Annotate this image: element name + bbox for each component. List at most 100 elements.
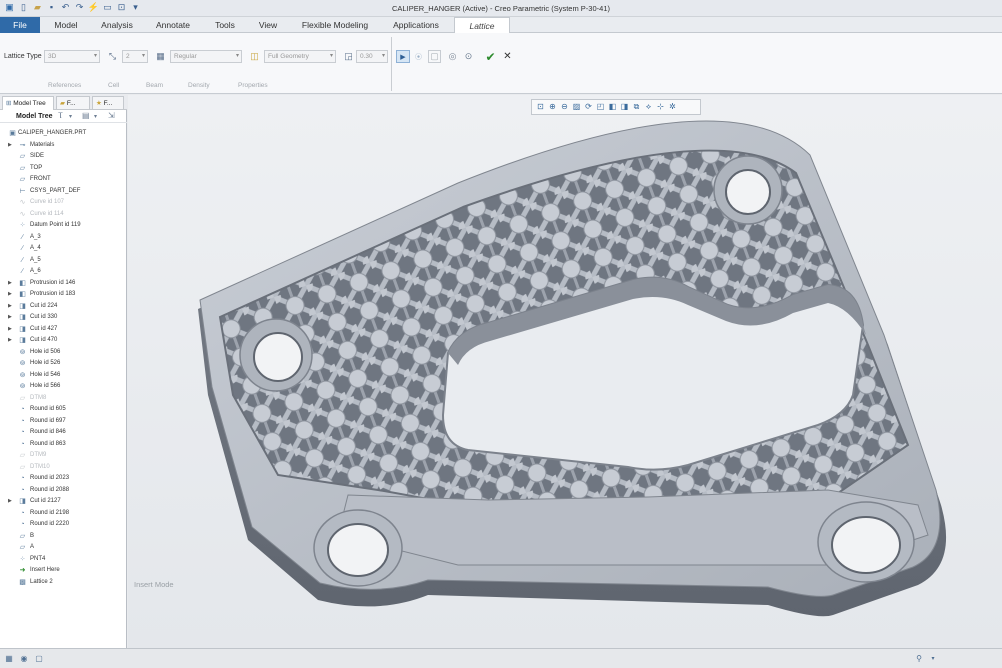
tree-item[interactable]: ▱ A bbox=[0, 542, 127, 553]
navigator-toggle-icon[interactable]: ▦ bbox=[4, 654, 14, 664]
tree-item[interactable]: ▩ Lattice 2 bbox=[0, 577, 127, 588]
tree-item-label: A_4 bbox=[30, 245, 41, 251]
tab-cell[interactable]: Cell bbox=[108, 82, 119, 89]
tree-item[interactable]: ⊚ Hole id 566 bbox=[0, 381, 127, 392]
cut-icon: ◨ bbox=[19, 314, 26, 321]
tree-item[interactable]: ◔ Round id 605 bbox=[0, 404, 127, 415]
cell-count-select[interactable]: 2 ▾ bbox=[122, 50, 148, 63]
tree-item[interactable]: ⊢ CSYS_PART_DEF bbox=[0, 186, 127, 197]
expand-arrow-icon[interactable]: ▶ bbox=[8, 335, 12, 346]
tab-analysis[interactable]: Analysis bbox=[92, 17, 142, 33]
title-bar: ▣ ▯ ▰ ▪ ↶ ↷ ⚡ ▭ ⊡ ▾ CALIPER_HANGER (Acti… bbox=[0, 0, 1002, 17]
tree-item[interactable]: ◔ Round id 2088 bbox=[0, 485, 127, 496]
verify-icon[interactable]: ⊙ bbox=[462, 50, 475, 63]
fullscreen-icon[interactable]: ▢ bbox=[34, 654, 44, 664]
tab-model-tree[interactable]: ⊞ Model Tree bbox=[2, 96, 54, 110]
cancel-x-icon[interactable]: ✕ bbox=[501, 50, 514, 63]
tree-item[interactable]: ∕ A_3 bbox=[0, 232, 127, 243]
size-input[interactable]: 0.30 ▾ bbox=[356, 50, 388, 63]
chevron-down-icon[interactable]: ▾ bbox=[69, 113, 72, 120]
datum-plane-icon: ▱ bbox=[19, 452, 26, 459]
lattice-part-model[interactable] bbox=[128, 95, 1002, 648]
tree-item[interactable]: ▱ TOP bbox=[0, 163, 127, 174]
browser-toggle-icon[interactable]: ◉ bbox=[19, 654, 29, 664]
expand-arrow-icon[interactable]: ▶ bbox=[8, 140, 12, 151]
chevron-down-icon[interactable]: ▾ bbox=[928, 654, 938, 664]
play-icon[interactable]: ▶ bbox=[396, 50, 410, 63]
accept-check-icon[interactable]: ✔ bbox=[484, 50, 497, 64]
chevron-down-icon[interactable]: ▾ bbox=[94, 113, 97, 120]
preview-box-icon[interactable]: ▢ bbox=[428, 50, 441, 63]
tree-item[interactable]: ◔ Round id 697 bbox=[0, 416, 127, 427]
show-icon[interactable]: ▤ bbox=[82, 111, 90, 120]
tree-item[interactable]: ◔ Round id 863 bbox=[0, 439, 127, 450]
tree-item[interactable]: ∿ Curve id 114 bbox=[0, 209, 127, 220]
tree-item[interactable]: ▱ DTM9 bbox=[0, 450, 127, 461]
expand-arrow-icon[interactable]: ▶ bbox=[8, 324, 12, 335]
expand-arrow-icon[interactable]: ▶ bbox=[8, 496, 12, 507]
tab-lattice[interactable]: Lattice bbox=[454, 17, 510, 33]
tab-view[interactable]: View bbox=[250, 17, 286, 33]
settings-icon[interactable]: ⇲ bbox=[108, 111, 115, 120]
materials-icon: ⊸ bbox=[19, 141, 26, 149]
tree-item[interactable]: ∿ Curve id 107 bbox=[0, 197, 127, 208]
tree-item[interactable]: ▶ ◨ Cut id 2127 bbox=[0, 496, 127, 507]
pause-icon[interactable]: ⦿ bbox=[412, 50, 425, 63]
tree-item[interactable]: ➜ Insert Here bbox=[0, 565, 127, 576]
tree-item[interactable]: ▶ ⊸ Materials bbox=[0, 140, 127, 151]
expand-arrow-icon[interactable]: ▶ bbox=[8, 301, 12, 312]
tab-annotate[interactable]: Annotate bbox=[146, 17, 200, 33]
expand-arrow-icon[interactable]: ▶ bbox=[8, 278, 12, 289]
tab-folder-browser[interactable]: ▰ F... bbox=[56, 96, 90, 110]
model-tree-label: Model Tree bbox=[16, 113, 53, 120]
glasses-preview-icon[interactable]: ◎ bbox=[446, 50, 459, 63]
tree-item[interactable]: ◔ Round id 846 bbox=[0, 427, 127, 438]
tree-root[interactable]: ▣ CALIPER_HANGER.PRT bbox=[0, 128, 127, 139]
graphics-window[interactable]: ⊡ ⊕ ⊖ ▨ ⟳ ◰ ◧ ◨ ⧉ ⟡ ⊹ ✲ Insert Mode bbox=[128, 95, 1002, 648]
tab-model[interactable]: Model bbox=[44, 17, 88, 33]
lattice-type-select[interactable]: 3D ▾ bbox=[44, 50, 100, 63]
geometry-select[interactable]: Full Geometry ▾ bbox=[264, 50, 336, 63]
tree-filters-icon[interactable]: Ⲧ bbox=[58, 111, 63, 121]
tree-item[interactable]: ⊚ Hole id 546 bbox=[0, 370, 127, 381]
tab-beam[interactable]: Beam bbox=[146, 82, 163, 89]
tree-item[interactable]: ▶ ◨ Cut id 330 bbox=[0, 312, 127, 323]
tab-file[interactable]: File bbox=[0, 17, 40, 33]
tree-item[interactable]: ⊚ Hole id 526 bbox=[0, 358, 127, 369]
tab-references[interactable]: References bbox=[48, 82, 81, 89]
tree-item[interactable]: ▱ FRONT bbox=[0, 174, 127, 185]
tree-item[interactable]: ▱ SIDE bbox=[0, 151, 127, 162]
protrusion-icon: ◧ bbox=[19, 279, 26, 287]
tab-applications[interactable]: Applications bbox=[384, 17, 448, 33]
tree-item[interactable]: ∕ A_5 bbox=[0, 255, 127, 266]
tree-item[interactable]: ▶ ◧ Protrusion id 183 bbox=[0, 289, 127, 300]
cell-count-icon: ⤡ bbox=[108, 51, 117, 61]
tree-item[interactable]: ⊚ Hole id 506 bbox=[0, 347, 127, 358]
tree-item[interactable]: ▶ ◨ Cut id 427 bbox=[0, 324, 127, 335]
tab-properties[interactable]: Properties bbox=[238, 82, 268, 89]
tree-item[interactable]: ▶ ◨ Cut id 224 bbox=[0, 301, 127, 312]
tree-item[interactable]: ∕ A_6 bbox=[0, 266, 127, 277]
expand-arrow-icon[interactable]: ▶ bbox=[8, 289, 12, 300]
expand-arrow-icon[interactable]: ▶ bbox=[8, 312, 12, 323]
selection-filter-icon[interactable]: ⚲ bbox=[914, 654, 924, 664]
tab-density[interactable]: Density bbox=[188, 82, 210, 89]
cell-shape-select[interactable]: Regular ▾ bbox=[170, 50, 242, 63]
tab-flexible-modeling[interactable]: Flexible Modeling bbox=[292, 17, 378, 33]
tree-item[interactable]: ▶ ◨ Cut id 470 bbox=[0, 335, 127, 346]
tree-item[interactable]: ⁘ Datum Point id 119 bbox=[0, 220, 127, 231]
tree-item[interactable]: ▱ DTM10 bbox=[0, 462, 127, 473]
tree-item[interactable]: ▱ B bbox=[0, 531, 127, 542]
tree-item[interactable]: ∕ A_4 bbox=[0, 243, 127, 254]
tree-item[interactable]: ◔ Round id 2198 bbox=[0, 508, 127, 519]
tree-item[interactable]: ⁘ PNT4 bbox=[0, 554, 127, 565]
tab-tools[interactable]: Tools bbox=[204, 17, 246, 33]
tab-favorites[interactable]: ★ F... bbox=[92, 96, 124, 110]
protrusion-icon: ◧ bbox=[19, 291, 26, 298]
tree-item[interactable]: ▱ DTM8 bbox=[0, 393, 127, 404]
cut-icon: ◨ bbox=[19, 325, 26, 333]
tree-item[interactable]: ▶ ◧ Protrusion id 146 bbox=[0, 278, 127, 289]
tree-item[interactable]: ◔ Round id 2023 bbox=[0, 473, 127, 484]
tree-item-label: Insert Here bbox=[30, 567, 60, 573]
tree-item[interactable]: ◔ Round id 2220 bbox=[0, 519, 127, 530]
